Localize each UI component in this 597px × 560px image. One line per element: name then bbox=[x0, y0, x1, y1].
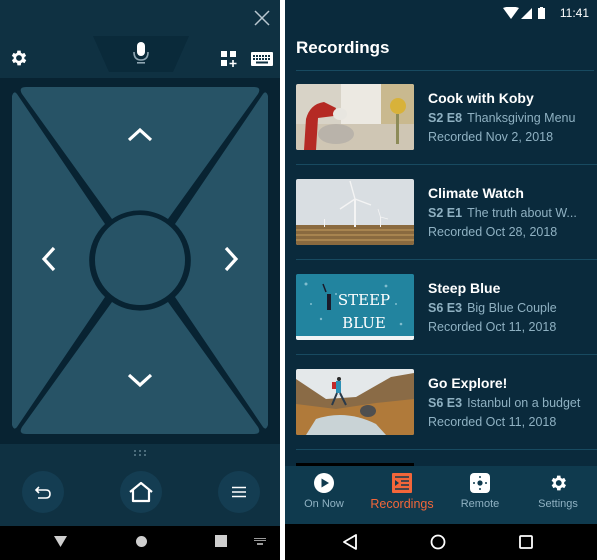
recorded-date: Recorded Nov 2, 2018 bbox=[428, 130, 554, 144]
recording-title: Go Explore! bbox=[428, 375, 508, 391]
recents-square-icon[interactable] bbox=[519, 535, 533, 549]
bottom-tab-bar: On Now Recordings Remote Settings bbox=[285, 466, 597, 524]
dpad[interactable] bbox=[0, 78, 280, 444]
recording-item[interactable]: Climate Watch S2 E1 The truth about W... … bbox=[285, 166, 597, 260]
recorded-date: Recorded Oct 11, 2018 bbox=[428, 320, 557, 334]
gear-icon bbox=[551, 475, 566, 491]
recording-episode: S6 E3 Istanbul on a budget bbox=[428, 396, 580, 410]
play-circle-icon bbox=[314, 473, 334, 493]
kitchen-mixer-thumbnail bbox=[296, 84, 414, 150]
hiker-mountains-thumbnail bbox=[296, 369, 414, 435]
tab-label: Settings bbox=[538, 498, 578, 510]
recording-episode: S6 E3 Big Blue Couple bbox=[428, 301, 557, 315]
keyboard-switch-icon[interactable] bbox=[254, 538, 266, 546]
surfer-ocean-thumbnail: STEEP BLUE bbox=[296, 274, 414, 340]
remote-panel bbox=[0, 0, 280, 560]
system-nav-bar bbox=[285, 524, 597, 560]
recents-square-icon[interactable] bbox=[215, 535, 227, 547]
recordings-screen: 11:41 Recordings Cook with Koby S2 E8 Tha… bbox=[285, 0, 597, 560]
status-bar: 11:41 bbox=[285, 0, 597, 26]
recording-item[interactable]: STEEP BLUE Steep Blue S6 E3 Big Blue Coup… bbox=[285, 261, 597, 355]
back-arrow-icon bbox=[34, 486, 51, 499]
divider bbox=[296, 164, 597, 165]
recorded-date: Recorded Oct 11, 2018 bbox=[428, 415, 557, 429]
episode-title: Big Blue Couple bbox=[467, 301, 557, 315]
thumbnail-text-line-1: STEEP bbox=[338, 291, 390, 309]
menu-icon bbox=[232, 486, 246, 498]
divider bbox=[296, 449, 597, 450]
recorded-date: Recorded Oct 28, 2018 bbox=[428, 225, 558, 239]
select-circle[interactable] bbox=[91, 211, 189, 309]
recording-item[interactable]: Cook with Koby S2 E8 Thanksgiving Menu Re… bbox=[285, 71, 597, 165]
apps-add-icon[interactable] bbox=[219, 49, 239, 69]
close-icon[interactable] bbox=[252, 8, 272, 28]
tab-recordings[interactable]: Recordings bbox=[363, 466, 441, 524]
thumbnail-text-line-2: BLUE bbox=[342, 314, 386, 332]
wifi-icon bbox=[503, 7, 519, 19]
recording-item[interactable]: Go Explore! S6 E3 Istanbul on a budget Re… bbox=[285, 356, 597, 450]
signal-icon bbox=[521, 8, 532, 19]
wind-turbines-thumbnail bbox=[296, 179, 414, 245]
episode-title: Thanksgiving Menu bbox=[467, 111, 576, 125]
recording-title: Climate Watch bbox=[428, 185, 524, 201]
home-icon bbox=[129, 481, 153, 503]
drag-grip-icon[interactable] bbox=[133, 449, 149, 457]
status-icons bbox=[503, 7, 545, 19]
remote-header bbox=[0, 0, 280, 36]
home-circle-icon[interactable] bbox=[135, 535, 148, 548]
page-title: Recordings bbox=[296, 38, 390, 57]
home-circle-icon[interactable] bbox=[430, 534, 446, 550]
keyboard-icon[interactable] bbox=[251, 52, 273, 66]
menu-button[interactable] bbox=[218, 471, 260, 513]
home-button[interactable] bbox=[120, 471, 162, 513]
episode-number: S6 E3 bbox=[428, 396, 463, 410]
back-button[interactable] bbox=[22, 471, 64, 513]
tab-label: Recordings bbox=[370, 497, 434, 511]
recording-episode: S2 E8 Thanksgiving Menu bbox=[428, 111, 575, 125]
divider bbox=[296, 259, 597, 260]
recording-episode: S2 E1 The truth about W... bbox=[428, 206, 577, 220]
episode-number: S2 E1 bbox=[428, 206, 463, 220]
episode-number: S6 E3 bbox=[428, 301, 463, 315]
tab-on-now[interactable]: On Now bbox=[285, 466, 363, 524]
divider bbox=[296, 354, 597, 355]
battery-icon bbox=[538, 8, 545, 19]
clock: 11:41 bbox=[559, 6, 589, 20]
episode-number: S2 E8 bbox=[428, 111, 463, 125]
episode-title: Istanbul on a budget bbox=[467, 396, 581, 410]
recording-title: Steep Blue bbox=[428, 280, 501, 296]
tab-remote[interactable]: Remote bbox=[441, 466, 519, 524]
episode-title: The truth about W... bbox=[467, 206, 577, 220]
tab-label: Remote bbox=[460, 498, 500, 510]
back-triangle-icon[interactable] bbox=[343, 534, 357, 550]
recordings-list-icon bbox=[392, 473, 412, 493]
system-nav-bar bbox=[0, 526, 280, 560]
gear-icon[interactable] bbox=[9, 48, 29, 68]
microphone-icon[interactable] bbox=[131, 40, 151, 66]
back-triangle-icon[interactable] bbox=[54, 536, 67, 548]
remote-icon bbox=[470, 473, 490, 493]
recording-title: Cook with Koby bbox=[428, 90, 534, 106]
tab-label: On Now bbox=[304, 498, 344, 510]
tab-settings[interactable]: Settings bbox=[519, 466, 597, 524]
